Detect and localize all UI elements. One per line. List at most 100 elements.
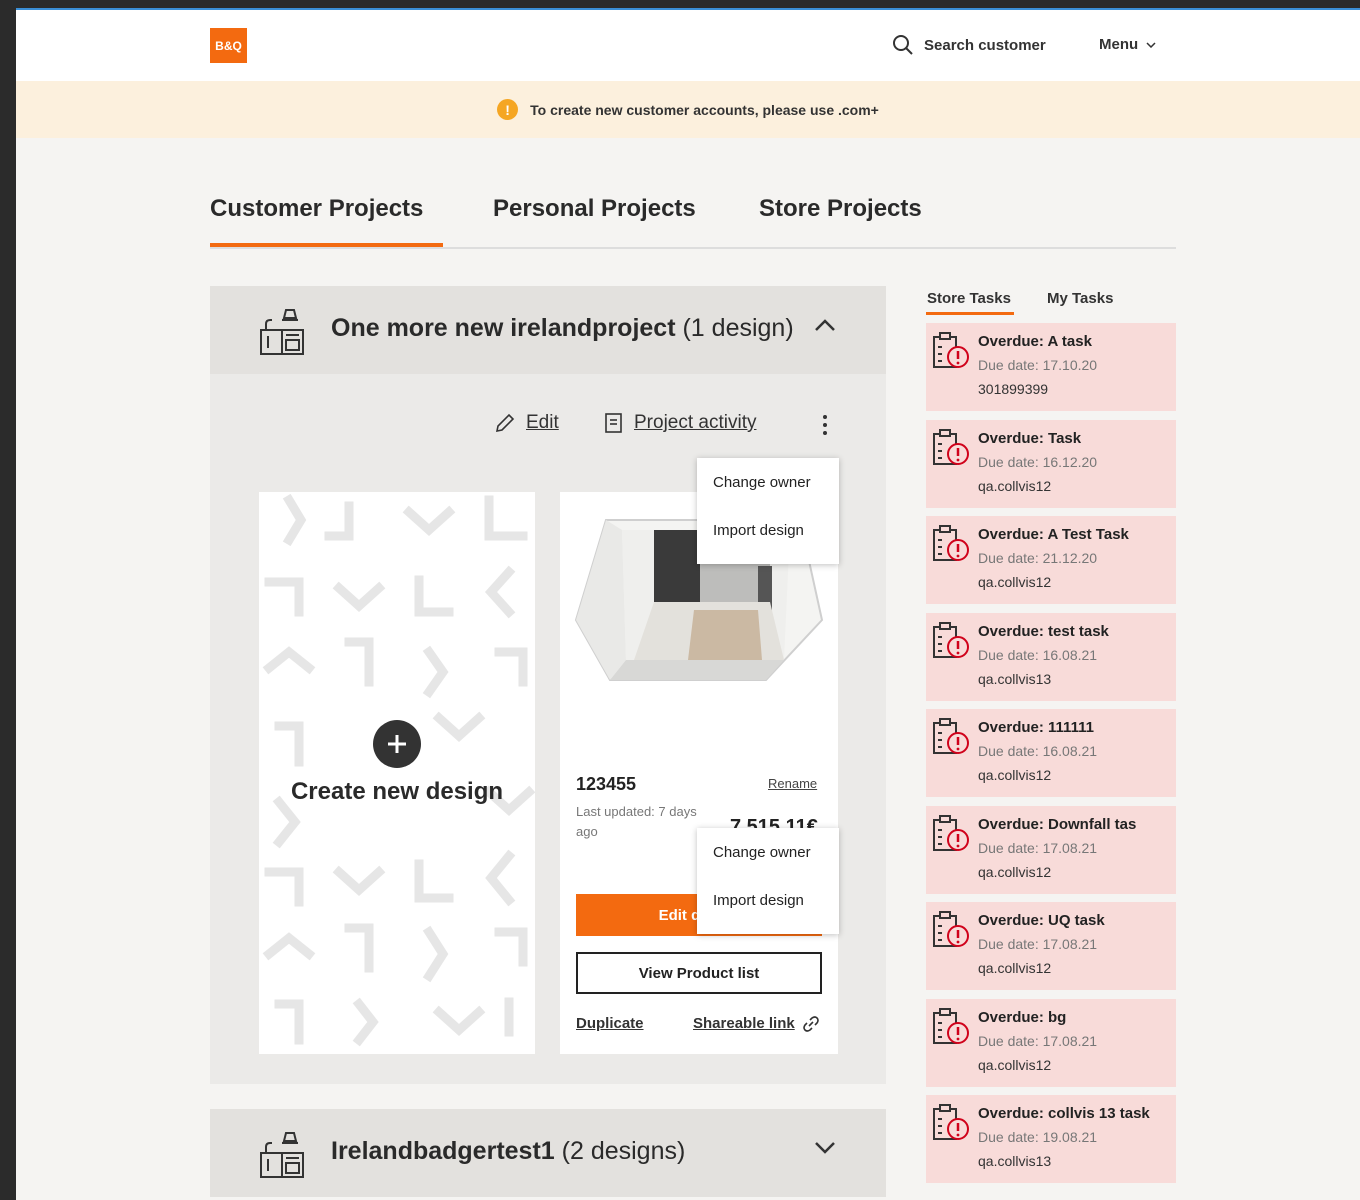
project-title-1: One more new irelandproject (1 design) — [331, 314, 794, 343]
tab-store-tasks[interactable]: Store Tasks — [927, 290, 1011, 307]
edit-project-link[interactable]: Edit — [494, 412, 559, 434]
task-due-date: Due date: 17.08.21 — [978, 839, 1098, 856]
task-title: Overdue: UQ task — [978, 912, 1105, 929]
task-item[interactable]: Overdue: UQ task Due date: 17.08.21 qa.c… — [926, 902, 1176, 990]
last-updated-text: Last updated: 7 days ago — [576, 804, 697, 839]
search-customer-label: Search customer — [924, 36, 1046, 54]
task-title: Overdue: bg — [978, 1008, 1067, 1026]
project-name-2: Irelandbadgertest1 — [331, 1137, 555, 1165]
view-product-list-button[interactable]: View Product list — [576, 952, 822, 994]
tab-personal-projects[interactable]: Personal Projects — [493, 195, 696, 223]
top-header: B&Q Search customer Menu — [16, 10, 1360, 81]
task-assignee: qa.collvis12 — [978, 863, 1052, 880]
overdue-task-icon — [933, 1007, 969, 1044]
task-assignee: qa.collvis12 — [978, 1056, 1052, 1073]
search-icon — [893, 35, 913, 55]
project-title-2: Irelandbadgertest1 (2 designs) — [331, 1137, 685, 1166]
plus-icon — [388, 735, 406, 753]
chevron-down-icon[interactable] — [814, 1141, 836, 1155]
link-icon — [802, 1015, 819, 1032]
project-panel-1: One more new irelandproject (1 design) E… — [210, 286, 886, 1084]
search-customer-button[interactable]: Search customer — [892, 34, 1046, 56]
active-tab-indicator — [210, 243, 443, 247]
warning-icon: ! — [497, 99, 519, 120]
task-item[interactable]: Overdue: collvis 13 task Due date: 19.08… — [926, 1095, 1176, 1183]
document-icon — [605, 413, 622, 433]
create-new-design-card[interactable]: Create new design — [259, 492, 535, 1054]
more-options-icon[interactable] — [822, 415, 828, 439]
overdue-task-icon — [933, 428, 969, 465]
pencil-icon — [495, 413, 515, 433]
task-assignee: qa.collvis12 — [978, 767, 1052, 783]
import-design-option[interactable]: Import design — [697, 506, 839, 554]
chevron-down-icon — [1146, 41, 1156, 48]
tab-customer-projects[interactable]: Customer Projects — [210, 195, 423, 223]
create-new-design-label: Create new design — [290, 778, 504, 805]
decorative-pattern — [262, 493, 535, 1047]
info-banner: ! To create new customer accounts, pleas… — [16, 81, 1360, 138]
task-item[interactable]: Overdue: A task Due date: 17.10.20 30189… — [926, 323, 1176, 411]
task-assignee: 301899399 — [978, 381, 1049, 397]
design-options-dropdown: Change owner Import design — [697, 828, 839, 934]
change-owner-option[interactable]: Change owner — [697, 458, 839, 506]
project-design-count-1: (1 design) — [682, 314, 794, 342]
edit-project-label: Edit — [526, 412, 559, 433]
task-item[interactable]: Overdue: bg Due date: 17.08.21 qa.collvi… — [926, 998, 1176, 1087]
project-activity-link[interactable]: Project activity — [604, 412, 756, 434]
overdue-task-icon — [933, 1104, 969, 1140]
task-assignee: qa.collvis12 — [978, 574, 1052, 590]
task-due-date: Due date: 17.10.20 — [978, 357, 1098, 373]
task-assignee: qa.collvis13 — [978, 670, 1052, 687]
menu-button[interactable]: Menu — [1099, 36, 1156, 53]
task-due-date: Due date: 17.08.21 — [978, 936, 1098, 952]
shareable-link-label: Shareable link — [693, 1015, 795, 1032]
task-title: Overdue: A Test Task — [978, 526, 1129, 543]
project-design-count-2: (2 designs) — [561, 1137, 686, 1165]
page: B&Q Search customer Menu ! To create new… — [16, 10, 1360, 1200]
task-title: Overdue: test task — [978, 622, 1109, 640]
rename-link[interactable]: Rename — [768, 776, 817, 791]
kitchen-icon — [260, 309, 304, 355]
change-owner-option[interactable]: Change owner — [697, 828, 839, 876]
task-due-date: Due date: 19.08.21 — [978, 1129, 1098, 1145]
tab-store-projects[interactable]: Store Projects — [759, 195, 922, 223]
task-title: Overdue: A task — [978, 333, 1092, 350]
project-header-2[interactable]: Irelandbadgertest1 (2 designs) — [210, 1109, 886, 1197]
task-assignee: qa.collvis13 — [978, 1153, 1052, 1169]
project-options-dropdown: Change owner Import design — [697, 458, 839, 564]
task-tabs: Store Tasks My Tasks — [926, 290, 1176, 316]
bq-logo[interactable]: B&Q — [210, 28, 247, 63]
add-design-button[interactable] — [373, 720, 421, 768]
overdue-task-icon — [933, 332, 969, 368]
design-card: 123455 Rename Last updated: 7 days ago 7… — [560, 492, 838, 1054]
task-assignee: qa.collvis12 — [978, 477, 1052, 494]
chevron-up-icon[interactable] — [814, 318, 836, 332]
task-due-date: Due date: 16.08.21 — [978, 743, 1098, 759]
project-name-1: One more new irelandproject — [331, 314, 676, 342]
task-title: Overdue: Downfall tas — [978, 815, 1137, 833]
project-activity-label: Project activity — [634, 412, 757, 433]
overdue-task-icon — [933, 718, 969, 754]
active-task-tab-indicator — [926, 312, 1014, 315]
task-due-date: Due date: 16.08.21 — [978, 646, 1098, 663]
task-item[interactable]: Overdue: test task Due date: 16.08.21 qa… — [926, 612, 1176, 701]
browser-top-strip — [0, 0, 1360, 10]
task-due-date: Due date: 21.12.20 — [978, 550, 1098, 566]
design-name: 123455 — [576, 774, 637, 794]
overdue-task-icon — [933, 911, 969, 947]
task-item[interactable]: Overdue: Downfall tas Due date: 17.08.21… — [926, 805, 1176, 894]
project-header-1[interactable]: One more new irelandproject (1 design) — [210, 286, 886, 374]
task-item[interactable]: Overdue: 111111 Due date: 16.08.21 qa.co… — [926, 709, 1176, 797]
task-item[interactable]: Overdue: A Test Task Due date: 21.12.20 … — [926, 516, 1176, 604]
overdue-task-icon — [933, 621, 969, 658]
overdue-task-icon — [933, 814, 969, 851]
import-design-option[interactable]: Import design — [697, 876, 839, 924]
task-title: Overdue: collvis 13 task — [978, 1105, 1150, 1122]
banner-text: To create new customer accounts, please … — [530, 101, 879, 118]
task-due-date: Due date: 16.12.20 — [978, 453, 1098, 470]
kitchen-icon — [260, 1132, 304, 1178]
task-item[interactable]: Overdue: Task Due date: 16.12.20 qa.coll… — [926, 419, 1176, 508]
tab-my-tasks[interactable]: My Tasks — [1047, 290, 1113, 307]
shareable-link[interactable]: Shareable link — [693, 1015, 819, 1032]
duplicate-link[interactable]: Duplicate — [576, 1015, 644, 1032]
